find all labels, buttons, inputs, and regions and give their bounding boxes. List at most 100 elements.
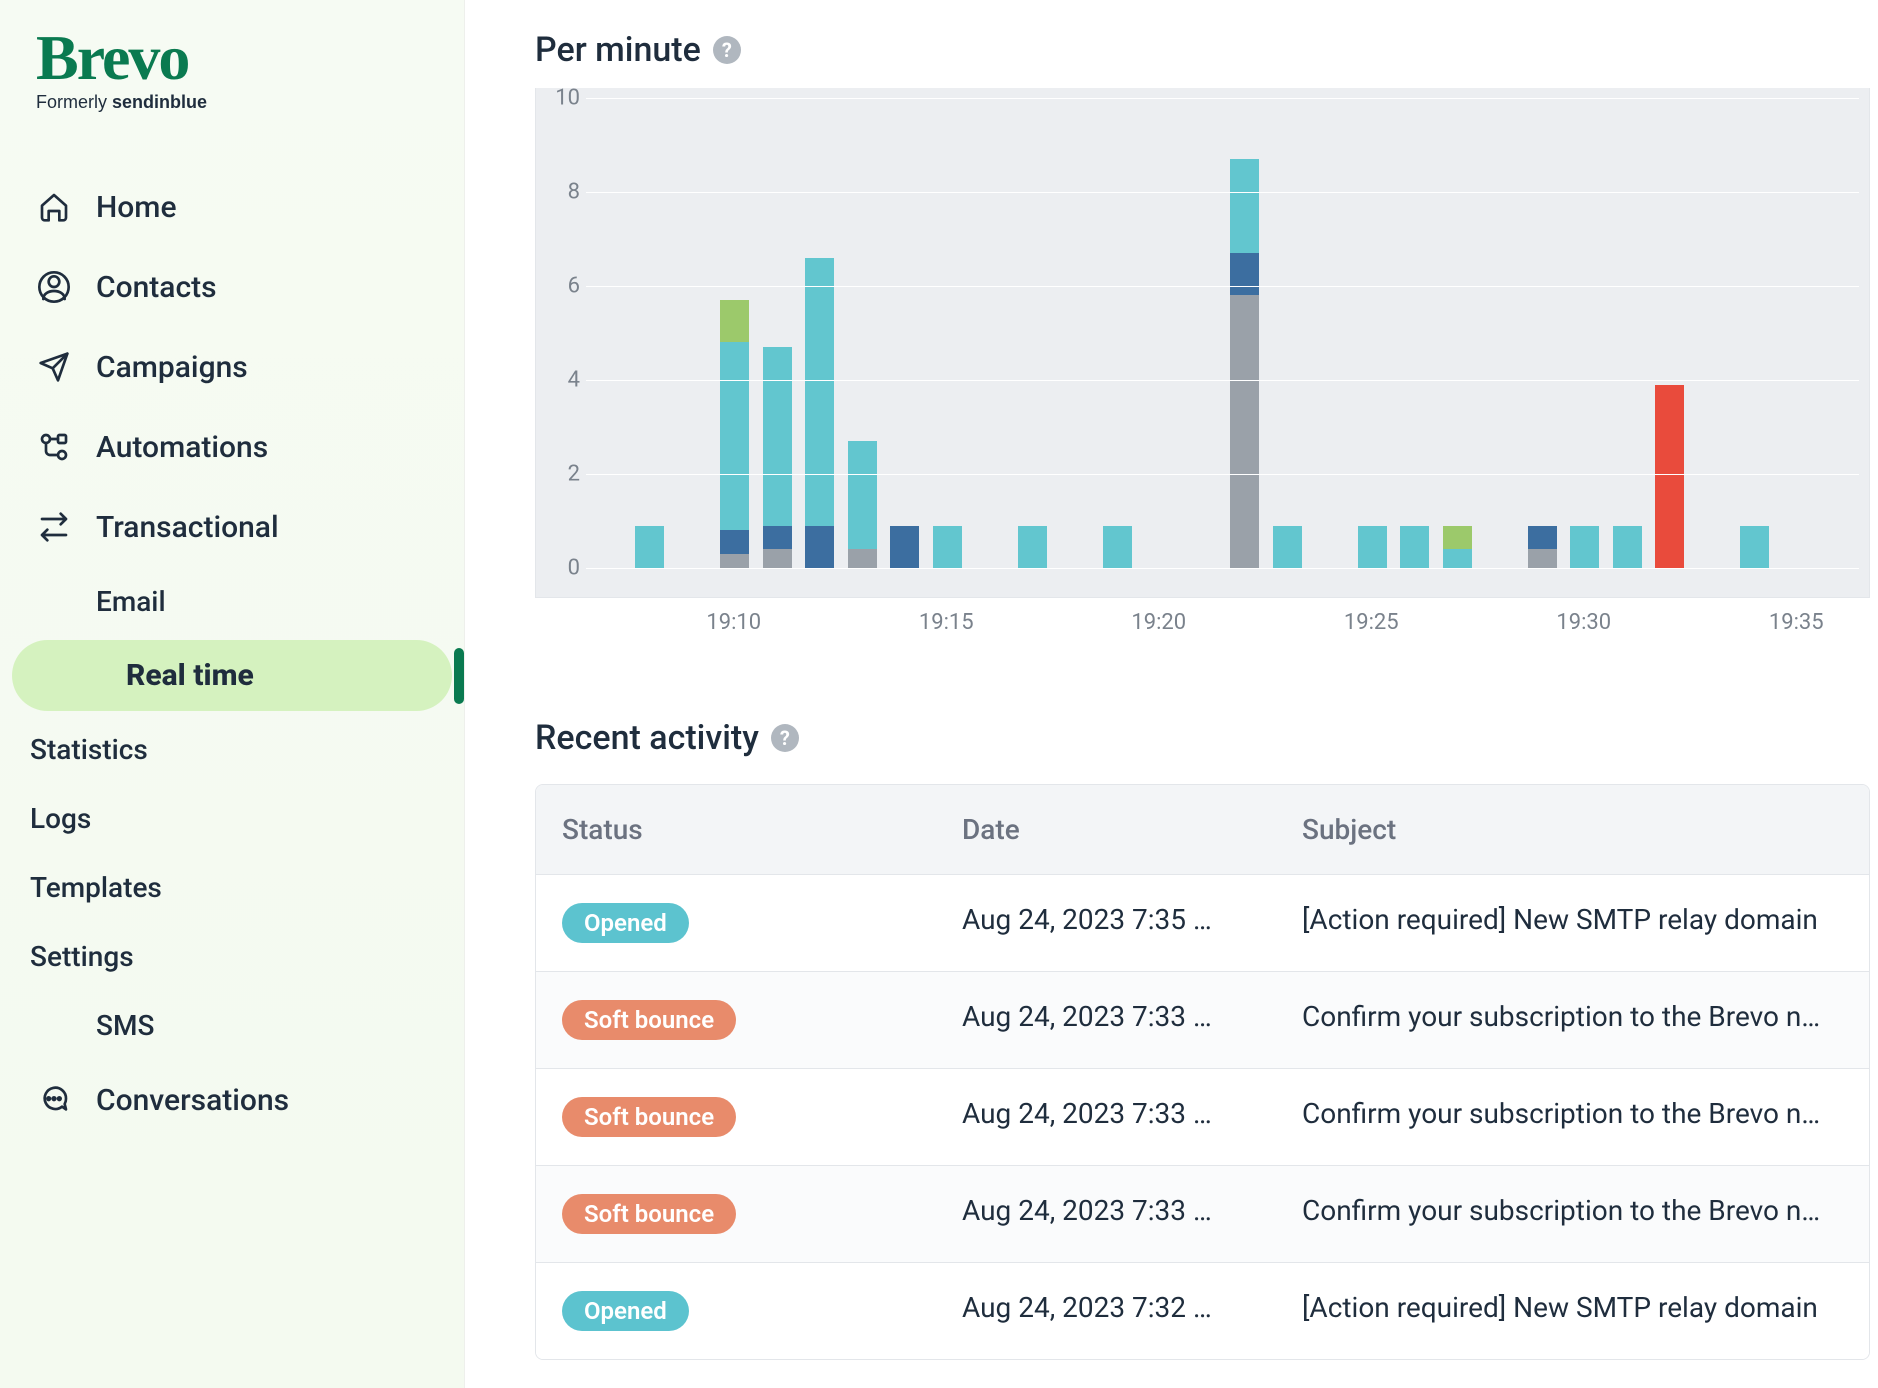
brand-logo: Brevo Formerly sendinblue xyxy=(0,18,464,137)
chart-bar[interactable] xyxy=(635,526,664,568)
subnav-settings-label: Settings xyxy=(30,940,134,973)
chart-gridline xyxy=(586,568,1859,569)
chart-bar-segment xyxy=(1528,549,1557,568)
conversations-icon xyxy=(36,1082,72,1118)
nav-transactional[interactable]: Transactional xyxy=(0,487,464,567)
chart-bar[interactable] xyxy=(1230,159,1259,568)
chart-bar[interactable] xyxy=(890,526,919,568)
primary-nav: Home Contacts Campaigns Automations xyxy=(0,167,464,1140)
chart-bar[interactable] xyxy=(1400,526,1429,568)
home-icon xyxy=(36,189,72,225)
chart-bar-segment xyxy=(720,342,749,530)
th-subject: Subject xyxy=(1276,785,1869,874)
chart-gridline xyxy=(586,380,1859,381)
cell-status: Opened xyxy=(536,1263,936,1359)
chart-bar-segment xyxy=(1230,159,1259,253)
chart-bar-segment xyxy=(763,526,792,550)
recent-activity-help-icon[interactable]: ? xyxy=(771,724,799,752)
status-badge: Soft bounce xyxy=(562,1194,736,1234)
brand-name: Brevo xyxy=(36,26,428,90)
nav-contacts[interactable]: Contacts xyxy=(0,247,464,327)
nav-conversations[interactable]: Conversations xyxy=(0,1060,464,1140)
subnav-templates-label: Templates xyxy=(30,871,162,904)
table-header-row: Status Date Subject xyxy=(536,785,1869,875)
recent-activity-heading: Recent activity ? xyxy=(535,718,1878,758)
chart-bar[interactable] xyxy=(1655,385,1684,568)
chart-bar-segment xyxy=(635,526,664,568)
chart-bar[interactable] xyxy=(1273,526,1302,568)
chart-bar-segment xyxy=(848,441,877,549)
cell-status: Soft bounce xyxy=(536,1166,936,1262)
nav-campaigns[interactable]: Campaigns xyxy=(0,327,464,407)
chart-bar-segment xyxy=(1018,526,1047,568)
nav-transactional-label: Transactional xyxy=(96,510,279,545)
sidebar: Brevo Formerly sendinblue Home Contacts xyxy=(0,0,465,1388)
status-badge: Opened xyxy=(562,1291,689,1331)
subnav-sms-label: SMS xyxy=(96,1009,154,1042)
chart-bar[interactable] xyxy=(933,526,962,568)
chart-bar-segment xyxy=(1443,549,1472,568)
chart-bar[interactable] xyxy=(720,300,749,568)
chart-bar-segment xyxy=(805,526,834,568)
chart-bar-segment xyxy=(1103,526,1132,568)
subnav-sms[interactable]: SMS xyxy=(96,991,464,1060)
chart-bar-segment xyxy=(720,300,749,342)
table-row[interactable]: Soft bounceAug 24, 2023 7:33 …Confirm yo… xyxy=(536,972,1869,1069)
subnav-real-time-label: Real time xyxy=(12,640,452,711)
active-indicator xyxy=(454,648,464,704)
subnav-email-label: Email xyxy=(96,585,166,618)
nav-home[interactable]: Home xyxy=(0,167,464,247)
chart-bar[interactable] xyxy=(805,258,834,568)
chart-y-tick: 6 xyxy=(536,274,580,299)
chart-bar[interactable] xyxy=(1443,526,1472,568)
chart-bar[interactable] xyxy=(1613,526,1642,568)
chart-bar-segment xyxy=(1528,526,1557,550)
chart-bar[interactable] xyxy=(1358,526,1387,568)
chart-bar[interactable] xyxy=(1740,526,1769,568)
chart-y-tick: 0 xyxy=(536,556,580,581)
chart-bar-segment xyxy=(805,258,834,526)
brand-tagline-prefix: Formerly xyxy=(36,92,112,112)
chart-bar-segment xyxy=(1400,526,1429,568)
table-row[interactable]: Opened Aug 24, 2023 7:35 …[Action require… xyxy=(536,875,1869,972)
chart-y-tick: 4 xyxy=(536,368,580,393)
cell-date: Aug 24, 2023 7:32 … xyxy=(936,1263,1276,1359)
table-row[interactable]: Soft bounceAug 24, 2023 7:33 …Confirm yo… xyxy=(536,1069,1869,1166)
chart-bar[interactable] xyxy=(848,441,877,568)
chart-bar-segment xyxy=(933,526,962,568)
subnav-email[interactable]: Email xyxy=(96,567,464,636)
chart-gridline xyxy=(586,474,1859,475)
chart-bar-segment xyxy=(848,549,877,568)
per-minute-help-icon[interactable]: ? xyxy=(713,36,741,64)
automations-icon xyxy=(36,429,72,465)
subnav-real-time[interactable]: Real time xyxy=(12,640,452,711)
table-row[interactable]: OpenedAug 24, 2023 7:32 …[Action require… xyxy=(536,1263,1869,1359)
chart-bar[interactable] xyxy=(1528,526,1557,568)
subnav-templates[interactable]: Templates xyxy=(30,853,464,922)
main-content: Per minute ? 0246810 19:1019:1519:2019:2… xyxy=(465,0,1878,1388)
cell-date: Aug 24, 2023 7:35 … xyxy=(936,875,1276,971)
subnav-settings[interactable]: Settings xyxy=(30,922,464,991)
chart-bar[interactable] xyxy=(1570,526,1599,568)
status-badge: Soft bounce xyxy=(562,1000,736,1040)
chart-gridline xyxy=(586,286,1859,287)
table-row[interactable]: Soft bounceAug 24, 2023 7:33 …Confirm yo… xyxy=(536,1166,1869,1263)
chart-y-tick: 10 xyxy=(536,86,580,111)
cell-date: Aug 24, 2023 7:33 … xyxy=(936,1069,1276,1165)
chart-bar[interactable] xyxy=(1018,526,1047,568)
subnav-statistics[interactable]: Statistics xyxy=(30,715,464,784)
nav-automations[interactable]: Automations xyxy=(0,407,464,487)
chart-bar[interactable] xyxy=(1103,526,1132,568)
status-badge: Opened xyxy=(562,903,689,943)
cell-date: Aug 24, 2023 7:33 … xyxy=(936,972,1276,1068)
subnav-logs[interactable]: Logs xyxy=(30,784,464,853)
chart-bar-segment xyxy=(763,549,792,568)
per-minute-chart: 0246810 xyxy=(535,88,1870,598)
cell-subject: [Action required] New SMTP relay domain xyxy=(1276,875,1869,971)
chart-x-tick: 19:25 xyxy=(1344,610,1399,635)
chart-bar-segment xyxy=(1273,526,1302,568)
chart-x-axis: 19:1019:1519:2019:2519:3019:35 xyxy=(535,598,1870,648)
chart-bar-segment xyxy=(1358,526,1387,568)
chart-gridline xyxy=(586,192,1859,193)
nav-conversations-label: Conversations xyxy=(96,1083,289,1118)
